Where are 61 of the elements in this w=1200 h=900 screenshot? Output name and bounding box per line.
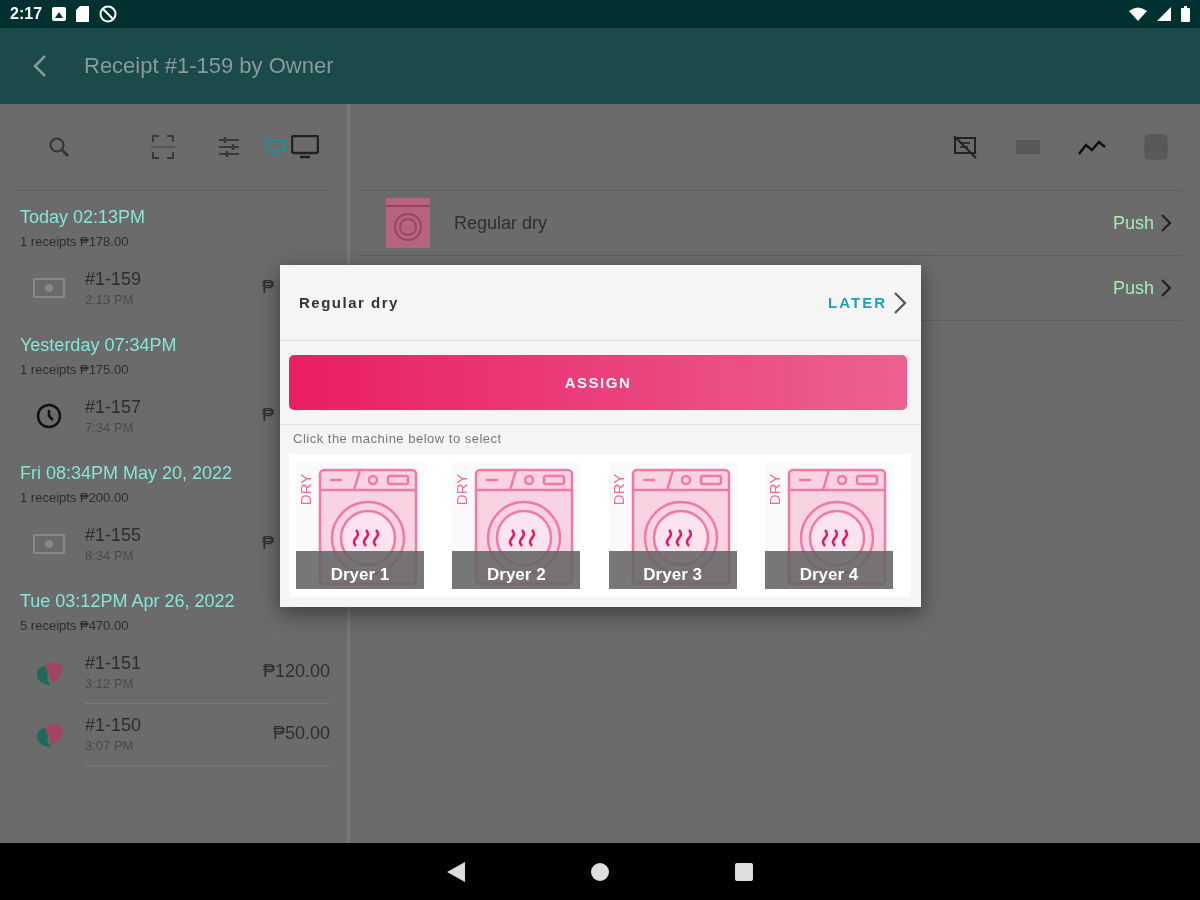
wifi-icon xyxy=(1129,7,1147,21)
scan-icon[interactable] xyxy=(151,134,175,160)
sd-card-icon xyxy=(76,6,90,22)
back-icon[interactable] xyxy=(32,54,48,78)
receipt-amount: ₱ xyxy=(262,277,275,298)
dry-tag: DRY xyxy=(610,473,626,506)
receipt-number[interactable]: #1-155 xyxy=(85,524,262,546)
recents-nav-icon[interactable] xyxy=(735,862,753,881)
clock-icon xyxy=(35,403,62,429)
chevron-icon xyxy=(893,290,907,315)
item-name: Regular dry xyxy=(454,212,549,234)
receipt-number[interactable]: #1-151 xyxy=(85,652,263,674)
back-nav-icon[interactable] xyxy=(447,861,465,882)
receipt-summary: 1 receipts ₱200.00 xyxy=(20,490,129,505)
chevron-icon xyxy=(1160,278,1172,298)
dryer-icon xyxy=(384,196,432,250)
receipt-summary: 1 receipts ₱178.00 xyxy=(20,234,129,249)
date-heading: Yesterday 07:34PM xyxy=(20,335,177,356)
dialog-title: Regular dry xyxy=(299,294,399,311)
dryer-tile[interactable]: DRY Dryer 3 xyxy=(608,462,737,589)
cash-icon xyxy=(32,533,65,555)
image-icon xyxy=(52,7,67,21)
trend-icon[interactable] xyxy=(1078,139,1106,155)
receipt-amount: ₱120.00 xyxy=(262,661,330,682)
push-button[interactable]: Push xyxy=(1112,212,1172,234)
battery-icon xyxy=(1181,6,1190,22)
dryer-label: Dryer 3 xyxy=(608,551,737,589)
receipt-amount: ₱ xyxy=(262,533,275,554)
receipt-number[interactable]: #1-150 xyxy=(85,714,273,736)
monitor-icon[interactable] xyxy=(291,135,319,159)
date-heading: Fri 08:34PM May 20, 2022 xyxy=(20,463,233,484)
sliders-icon[interactable] xyxy=(217,136,241,158)
dryer-label: Dryer 2 xyxy=(452,551,581,589)
dryer-tile[interactable]: DRY Dryer 1 xyxy=(296,462,424,589)
date-heading: Tue 03:12PM Apr 26, 2022 xyxy=(20,591,235,612)
dryer-tile[interactable]: DRY Dryer 4 xyxy=(765,462,893,589)
assign-button[interactable]: ASSIGN xyxy=(289,355,907,410)
chevron-icon xyxy=(1160,213,1172,233)
dry-tag: DRY xyxy=(298,473,314,506)
cash-icon xyxy=(32,277,65,299)
receipt-amount: ₱50.00 xyxy=(272,723,330,744)
signal-icon xyxy=(1157,7,1171,21)
receipt-summary: 5 receipts ₱470.00 xyxy=(20,618,129,633)
no-display-icon[interactable] xyxy=(952,134,978,160)
receipt-amount: ₱ xyxy=(262,405,275,426)
status-time: 2:17 xyxy=(10,5,43,23)
receipt-summary: 1 receipts ₱175.00 xyxy=(20,362,129,377)
dryer-label: Dryer 4 xyxy=(765,551,893,589)
date-heading: Today 02:13PM xyxy=(20,207,146,228)
search-icon[interactable] xyxy=(48,136,70,158)
later-button[interactable]: LATER xyxy=(828,290,907,315)
dry-tag: DRY xyxy=(767,473,783,506)
dry-tag: DRY xyxy=(454,473,470,506)
receipt-number[interactable]: #1-157 xyxy=(85,396,262,418)
receipt-title: Receipt #1-159 by Owner xyxy=(84,53,334,79)
blocked-icon xyxy=(99,5,118,23)
dryer-tile[interactable]: DRY Dryer 2 xyxy=(452,462,581,589)
dryer-label: Dryer 1 xyxy=(296,551,424,589)
home-nav-icon[interactable] xyxy=(591,862,609,881)
push-button[interactable]: Push xyxy=(1112,277,1172,299)
receipt-number[interactable]: #1-159 xyxy=(85,268,262,290)
